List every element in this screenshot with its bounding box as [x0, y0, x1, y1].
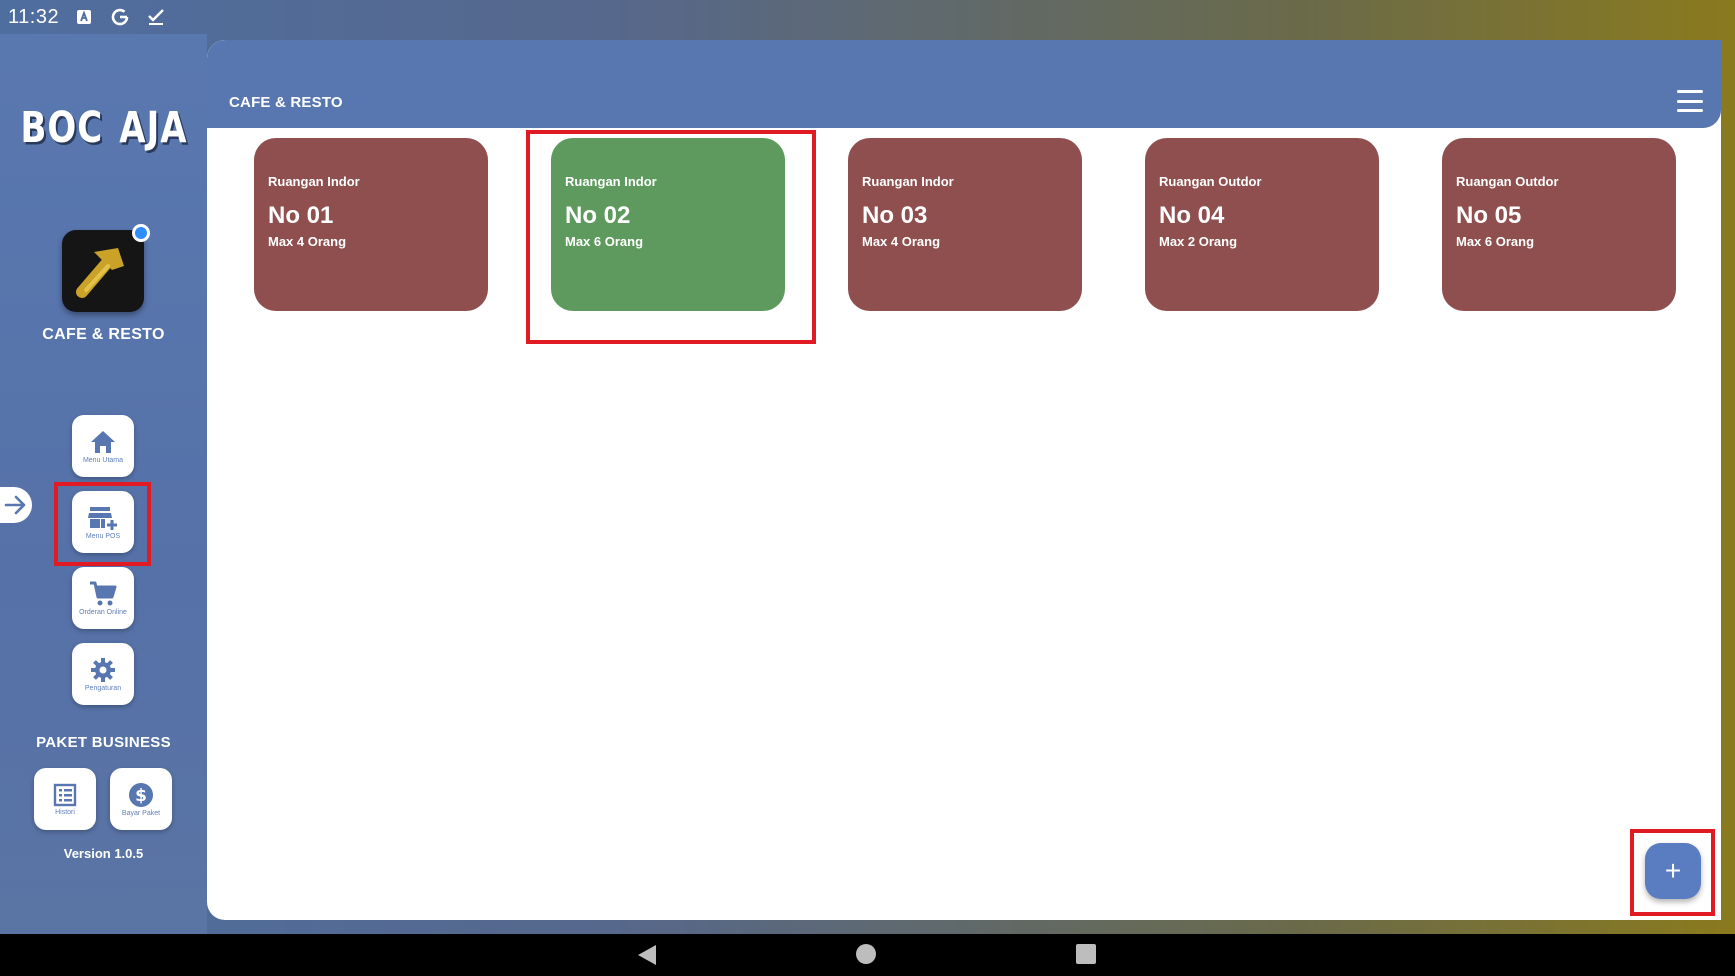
hamburger-menu-icon[interactable] — [1677, 90, 1703, 112]
brand-left: BOC — [20, 103, 104, 153]
room-card-01[interactable]: Ruangan Indor No 01 Max 4 Orang — [254, 138, 488, 311]
main-panel: CAFE & RESTO Ruangan Indor No 01 Max 4 O… — [207, 40, 1721, 920]
room-number: No 02 — [565, 202, 631, 229]
room-capacity: Max 4 Orang — [862, 234, 941, 249]
status-time: 11:32 — [8, 5, 60, 28]
room-card-03[interactable]: Ruangan Indor No 03 Max 4 Orang — [848, 138, 1082, 311]
menu-pos-button[interactable]: Menu POS — [72, 491, 134, 553]
bayar-paket-button[interactable]: $ Bayar Paket — [110, 768, 172, 830]
room-capacity: Max 2 Orang — [1159, 234, 1238, 249]
add-room-button[interactable]: + — [1645, 843, 1701, 899]
pengaturan-button[interactable]: Pengaturan — [72, 643, 134, 705]
orderan-online-button[interactable]: Orderan Online — [72, 567, 134, 629]
dollar-icon: $ — [129, 782, 153, 807]
home-icon — [91, 430, 115, 453]
app-icon[interactable] — [62, 224, 150, 312]
brand-right: AJA — [119, 103, 188, 153]
recent-apps-icon[interactable] — [1076, 944, 1096, 964]
room-capacity: Max 6 Orang — [565, 234, 644, 249]
svg-text:$: $ — [135, 786, 147, 806]
arrow-right-icon — [4, 495, 26, 515]
room-card-02[interactable]: Ruangan Indor No 02 Max 6 Orang — [551, 138, 785, 311]
room-number: No 05 — [1456, 202, 1522, 229]
brand-logo: BOC AJA — [20, 102, 186, 154]
hammer-icon — [76, 248, 124, 298]
a-icon — [73, 6, 95, 28]
histori-button[interactable]: Histori — [34, 768, 96, 830]
room-card-05[interactable]: Ruangan Outdor No 05 Max 6 Orang — [1442, 138, 1676, 311]
orderan-online-label: Orderan Online — [79, 608, 127, 616]
pengaturan-label: Pengaturan — [84, 684, 122, 692]
shop-name: CAFE & RESTO — [42, 326, 165, 343]
room-number: No 03 — [862, 202, 928, 229]
expand-sidebar-button[interactable] — [0, 487, 32, 523]
gear-icon — [91, 657, 115, 682]
room-type: Ruangan Indor — [862, 174, 954, 189]
room-capacity: Max 4 Orang — [268, 234, 347, 249]
google-icon — [109, 6, 131, 28]
system-nav-bar — [0, 934, 1735, 976]
main-header: CAFE & RESTO — [207, 40, 1721, 128]
menu-utama-button[interactable]: Menu Utama — [72, 415, 134, 477]
bayar-paket-label: Bayar Paket — [121, 809, 161, 817]
home-nav-icon[interactable] — [856, 944, 876, 964]
paket-title: PAKET BUSINESS — [36, 734, 171, 751]
menu-utama-label: Menu Utama — [82, 456, 124, 464]
page-title: CAFE & RESTO — [229, 94, 343, 111]
room-type: Ruangan Outdor — [1159, 174, 1262, 189]
menu-pos-label: Menu POS — [85, 532, 121, 540]
room-type: Ruangan Outdor — [1456, 174, 1559, 189]
check-icon — [145, 6, 167, 28]
status-bar: 11:32 — [0, 0, 1735, 34]
room-type: Ruangan Indor — [268, 174, 360, 189]
store-add-icon — [88, 506, 117, 530]
room-number: No 01 — [268, 202, 334, 229]
histori-label: Histori — [55, 808, 75, 816]
room-type: Ruangan Indor — [565, 174, 657, 189]
room-number: No 04 — [1159, 202, 1225, 229]
version-label: Version 1.0.5 — [63, 846, 144, 861]
room-card-04[interactable]: Ruangan Outdor No 04 Max 2 Orang — [1145, 138, 1379, 311]
cart-icon — [90, 581, 117, 605]
list-icon — [53, 783, 77, 806]
sidebar: BOC AJA CAFE & RESTO Menu Utama Menu POS… — [0, 34, 207, 934]
notification-dot — [132, 224, 150, 242]
room-capacity: Max 6 Orang — [1456, 234, 1535, 249]
back-icon[interactable] — [636, 944, 658, 966]
